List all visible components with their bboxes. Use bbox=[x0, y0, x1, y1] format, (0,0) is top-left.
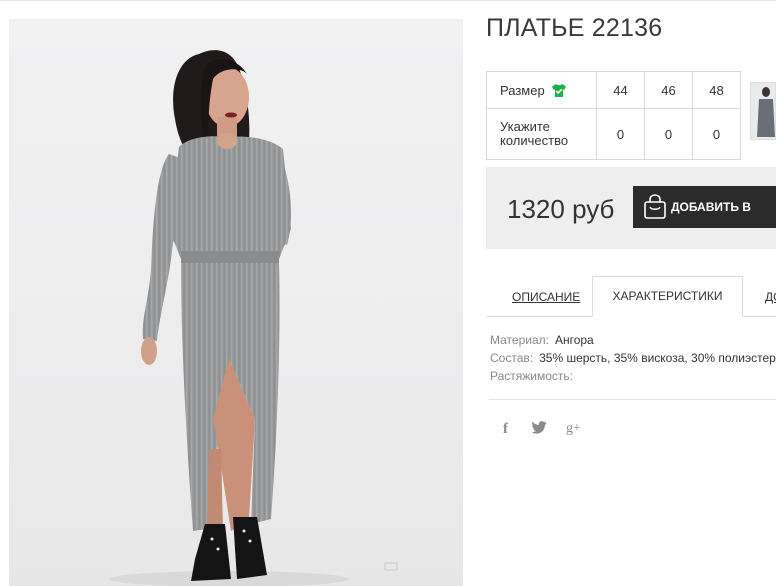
spec-row-material: Материал: Ангора bbox=[490, 333, 594, 347]
spec-key: Растяжимость: bbox=[490, 369, 574, 383]
add-to-cart-button[interactable]: ДОБАВИТЬ В bbox=[633, 186, 776, 228]
facebook-icon[interactable]: f bbox=[503, 421, 508, 438]
product-title: ПЛАТЬЕ 22136 bbox=[486, 14, 663, 42]
size-cell: 48 bbox=[692, 71, 741, 109]
size-label-cell: Размер bbox=[486, 71, 597, 109]
spec-key: Материал: bbox=[490, 333, 549, 347]
quantity-row: Укажите количество 0 0 0 bbox=[486, 108, 741, 160]
social-divider bbox=[489, 399, 776, 400]
top-divider bbox=[0, 0, 776, 1]
tshirt-check-icon[interactable] bbox=[551, 83, 567, 98]
quantity-label-cell: Укажите количество bbox=[486, 108, 597, 160]
twitter-icon[interactable] bbox=[532, 421, 547, 439]
spec-row-composition: Состав: 35% шерсть, 35% вискоза, 30% поли… bbox=[490, 351, 776, 365]
quantity-label: Укажите количество bbox=[500, 119, 569, 148]
product-photo[interactable] bbox=[9, 19, 463, 586]
price-panel: 1320 руб ДОБАВИТЬ В bbox=[486, 167, 776, 249]
thumbnail-image bbox=[757, 87, 775, 137]
quantity-input[interactable]: 0 bbox=[692, 108, 741, 160]
size-row: Размер 44 46 48 bbox=[486, 71, 741, 109]
product-thumbnail[interactable] bbox=[750, 82, 776, 140]
quantity-input[interactable]: 0 bbox=[644, 108, 693, 160]
tab-description[interactable]: ОПИСАНИЕ bbox=[512, 290, 580, 304]
spec-key: Состав: bbox=[490, 351, 534, 365]
tab-characteristics[interactable]: ХАРАКТЕРИСТИКИ bbox=[592, 276, 743, 317]
tab-extra[interactable]: ДО bbox=[765, 290, 776, 304]
size-label: Размер bbox=[500, 82, 545, 98]
size-cell: 44 bbox=[596, 71, 645, 109]
quantity-input[interactable]: 0 bbox=[596, 108, 645, 160]
model-illustration bbox=[109, 50, 398, 586]
price-value: 1320 руб bbox=[507, 194, 615, 224]
google-plus-icon[interactable]: g+ bbox=[566, 421, 581, 437]
spec-value: 35% шерсть, 35% вискоза, 30% полиэстер bbox=[539, 351, 776, 365]
size-table: Размер 44 46 48 Укажите количество 0 0 0 bbox=[486, 71, 741, 160]
spec-value: Ангора bbox=[554, 333, 594, 347]
add-to-cart-label: ДОБАВИТЬ В bbox=[671, 200, 751, 214]
spec-row-stretch: Растяжимость: bbox=[490, 369, 579, 383]
shopping-bag-icon bbox=[644, 194, 666, 219]
size-cell: 46 bbox=[644, 71, 693, 109]
